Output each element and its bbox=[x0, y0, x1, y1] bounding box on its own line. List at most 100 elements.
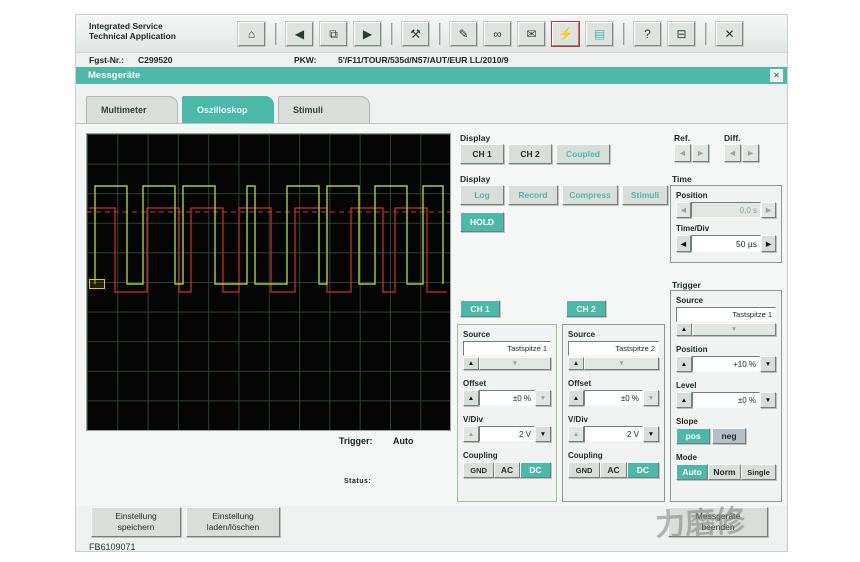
trigger-position-value: +10 % bbox=[692, 356, 760, 372]
print-button[interactable]: ▤ bbox=[586, 22, 613, 46]
ch2-vdiv-down-button[interactable]: ▼ bbox=[643, 426, 659, 442]
hold-button[interactable]: HOLD bbox=[460, 212, 504, 232]
slope-neg-button[interactable]: neg bbox=[712, 428, 746, 444]
trigger-source-up-button[interactable]: ▲ bbox=[676, 323, 692, 336]
ch2-source-down-button[interactable]: ▼ bbox=[584, 357, 659, 370]
ch1-coupling-dc-button[interactable]: DC bbox=[519, 462, 551, 478]
trigger-level-value: ±0 % bbox=[692, 392, 760, 408]
ch2-source-up-button[interactable]: ▲ bbox=[568, 357, 584, 370]
timediv-left-button[interactable]: ◀ bbox=[676, 235, 691, 252]
workshop-button[interactable]: ⚒ bbox=[402, 22, 429, 46]
tab-oszilloskop[interactable]: Oszilloskop bbox=[182, 96, 274, 123]
timediv-right-button[interactable]: ▶ bbox=[761, 235, 776, 252]
timediv-label: Time/Div bbox=[676, 224, 710, 233]
save-settings-line2: speichern bbox=[117, 522, 155, 532]
watermark: 力磨修 bbox=[654, 504, 746, 543]
ref-prev-button[interactable]: ◀ bbox=[674, 144, 691, 162]
trigger-source-label: Source bbox=[676, 296, 704, 305]
connection-button[interactable]: ∞ bbox=[484, 22, 511, 46]
ch2-offset-up-button[interactable]: ▲ bbox=[568, 390, 584, 406]
save-settings-line1: Einstellung bbox=[115, 510, 157, 521]
ch1-coupling-ac-button[interactable]: AC bbox=[494, 462, 520, 478]
home-icon: ⌂ bbox=[247, 27, 256, 41]
time-position-right-button[interactable]: ▶ bbox=[761, 202, 776, 218]
link-icon: ∞ bbox=[493, 27, 502, 41]
forward-icon: ▶ bbox=[362, 27, 373, 41]
ch2-offset-down-button[interactable]: ▼ bbox=[643, 390, 659, 406]
diff-next-button[interactable]: ▶ bbox=[742, 144, 759, 162]
tab-stimuli[interactable]: Stimuli bbox=[278, 96, 370, 123]
save-settings-button[interactable]: Einstellung speichern bbox=[91, 507, 181, 537]
trigger-source-down-button[interactable]: ▼ bbox=[692, 323, 776, 336]
vehicle-info-bar: Fgst-Nr.: C299520 PKW: 5'/F11/TOUR/535d/… bbox=[76, 53, 787, 67]
tab-multimeter[interactable]: Multimeter bbox=[86, 96, 178, 123]
home-button[interactable]: ⌂ bbox=[238, 22, 265, 46]
trigger-position-down-button[interactable]: ▼ bbox=[760, 356, 776, 372]
oscilloscope-page: Trigger: Auto Status: Display CH 1 CH 2 … bbox=[76, 123, 787, 506]
record-button[interactable]: Record bbox=[508, 185, 558, 205]
tab-oszilloskop-label: Oszilloskop bbox=[197, 105, 248, 115]
trigger-level-down-button[interactable]: ▼ bbox=[760, 392, 776, 408]
display-coupled-button[interactable]: Coupled bbox=[556, 144, 610, 164]
trigger-group-label: Trigger bbox=[672, 280, 701, 290]
ch1-source-up-button[interactable]: ▲ bbox=[463, 357, 479, 370]
close-app-button[interactable]: ✕ bbox=[716, 22, 743, 46]
message-button[interactable]: ✉ bbox=[518, 22, 545, 46]
forward-button[interactable]: ▶ bbox=[354, 22, 381, 46]
ch1-vdiv-value: 2 V bbox=[479, 426, 535, 442]
messgeraete-titlebar: Messgeräte ✕ bbox=[76, 67, 787, 84]
help-button[interactable]: ? bbox=[634, 22, 661, 46]
ch1-vdiv-label: V/Div bbox=[463, 415, 484, 424]
ch2-select-button[interactable]: CH 2 bbox=[566, 300, 606, 317]
panel-close-button[interactable]: ✕ bbox=[770, 69, 783, 82]
log-button[interactable]: Log bbox=[460, 185, 504, 205]
load-settings-line2: laden/löschen bbox=[206, 522, 260, 532]
mode-norm-button[interactable]: Norm bbox=[708, 464, 741, 480]
scope-status-label: Status: bbox=[344, 478, 372, 485]
ch2-coupling-dc-button[interactable]: DC bbox=[626, 462, 659, 478]
ch1-offset-up-button[interactable]: ▲ bbox=[463, 390, 479, 406]
ch2-vdiv-up-button[interactable]: ▲ bbox=[568, 426, 584, 442]
time-position-left-button[interactable]: ◀ bbox=[676, 202, 691, 218]
footer-code: FB6109071 bbox=[89, 542, 136, 552]
mode-label: Mode bbox=[676, 453, 697, 462]
minimize-button[interactable]: ⊟ bbox=[668, 22, 695, 46]
app-title-line1: Integrated Service bbox=[89, 21, 163, 31]
ch1-offset-down-button[interactable]: ▼ bbox=[535, 390, 551, 406]
slope-pos-button[interactable]: pos bbox=[676, 428, 710, 444]
trigger-level-label: Level bbox=[676, 381, 697, 390]
back-button[interactable]: ◀ bbox=[286, 22, 313, 46]
display-ch1-button[interactable]: CH 1 bbox=[460, 144, 504, 164]
slope-label: Slope bbox=[676, 417, 698, 426]
display-ch2-button[interactable]: CH 2 bbox=[508, 144, 552, 164]
ch1-source-down-button[interactable]: ▼ bbox=[479, 357, 551, 370]
diff-prev-button[interactable]: ◀ bbox=[724, 144, 741, 162]
vehicle-alert-button[interactable]: ⚡ bbox=[552, 22, 579, 46]
ch2-coupling-gnd-button[interactable]: GND bbox=[568, 462, 601, 478]
ch1-source-value[interactable]: Tastspitze 1 bbox=[463, 341, 551, 356]
trigger-level-up-button[interactable]: ▲ bbox=[676, 392, 692, 408]
back-icon: ◀ bbox=[294, 27, 305, 41]
compress-button[interactable]: Compress bbox=[562, 185, 618, 205]
trigger-panel: Source Tastspitze 1 ▲ ▼ Position ▲ +10 %… bbox=[670, 290, 782, 502]
ch1-panel: Source Tastspitze 1 ▲ ▼ Offset ▲ ±0 % ▼ … bbox=[457, 324, 557, 502]
fgst-label: Fgst-Nr.: bbox=[89, 55, 124, 65]
load-settings-button[interactable]: Einstellung laden/löschen bbox=[186, 507, 280, 537]
mode-single-button[interactable]: Single bbox=[741, 464, 776, 480]
operations-icon: ⧉ bbox=[329, 26, 338, 41]
ch2-source-value[interactable]: Tastspitze 2 bbox=[568, 341, 659, 356]
ch2-coupling-ac-button[interactable]: AC bbox=[600, 462, 627, 478]
ref-next-button[interactable]: ▶ bbox=[692, 144, 709, 162]
service-plan-button[interactable]: ✎ bbox=[450, 22, 477, 46]
ch1-vdiv-up-button[interactable]: ▲ bbox=[463, 426, 479, 442]
trigger-source-value[interactable]: Tastspitze 1 bbox=[676, 307, 776, 322]
trigger-position-up-button[interactable]: ▲ bbox=[676, 356, 692, 372]
operations-button[interactable]: ⧉ bbox=[320, 22, 347, 46]
ch2-panel: Source Tastspitze 2 ▲ ▼ Offset ▲ ±0 % ▼ … bbox=[562, 324, 665, 502]
ch1-coupling-gnd-button[interactable]: GND bbox=[463, 462, 495, 478]
ch1-vdiv-down-button[interactable]: ▼ bbox=[535, 426, 551, 442]
stimuli-button[interactable]: Stimuli bbox=[622, 185, 668, 205]
ch2-source-label: Source bbox=[568, 330, 596, 339]
ch1-select-button[interactable]: CH 1 bbox=[460, 300, 500, 317]
mode-auto-button[interactable]: Auto bbox=[676, 464, 708, 480]
